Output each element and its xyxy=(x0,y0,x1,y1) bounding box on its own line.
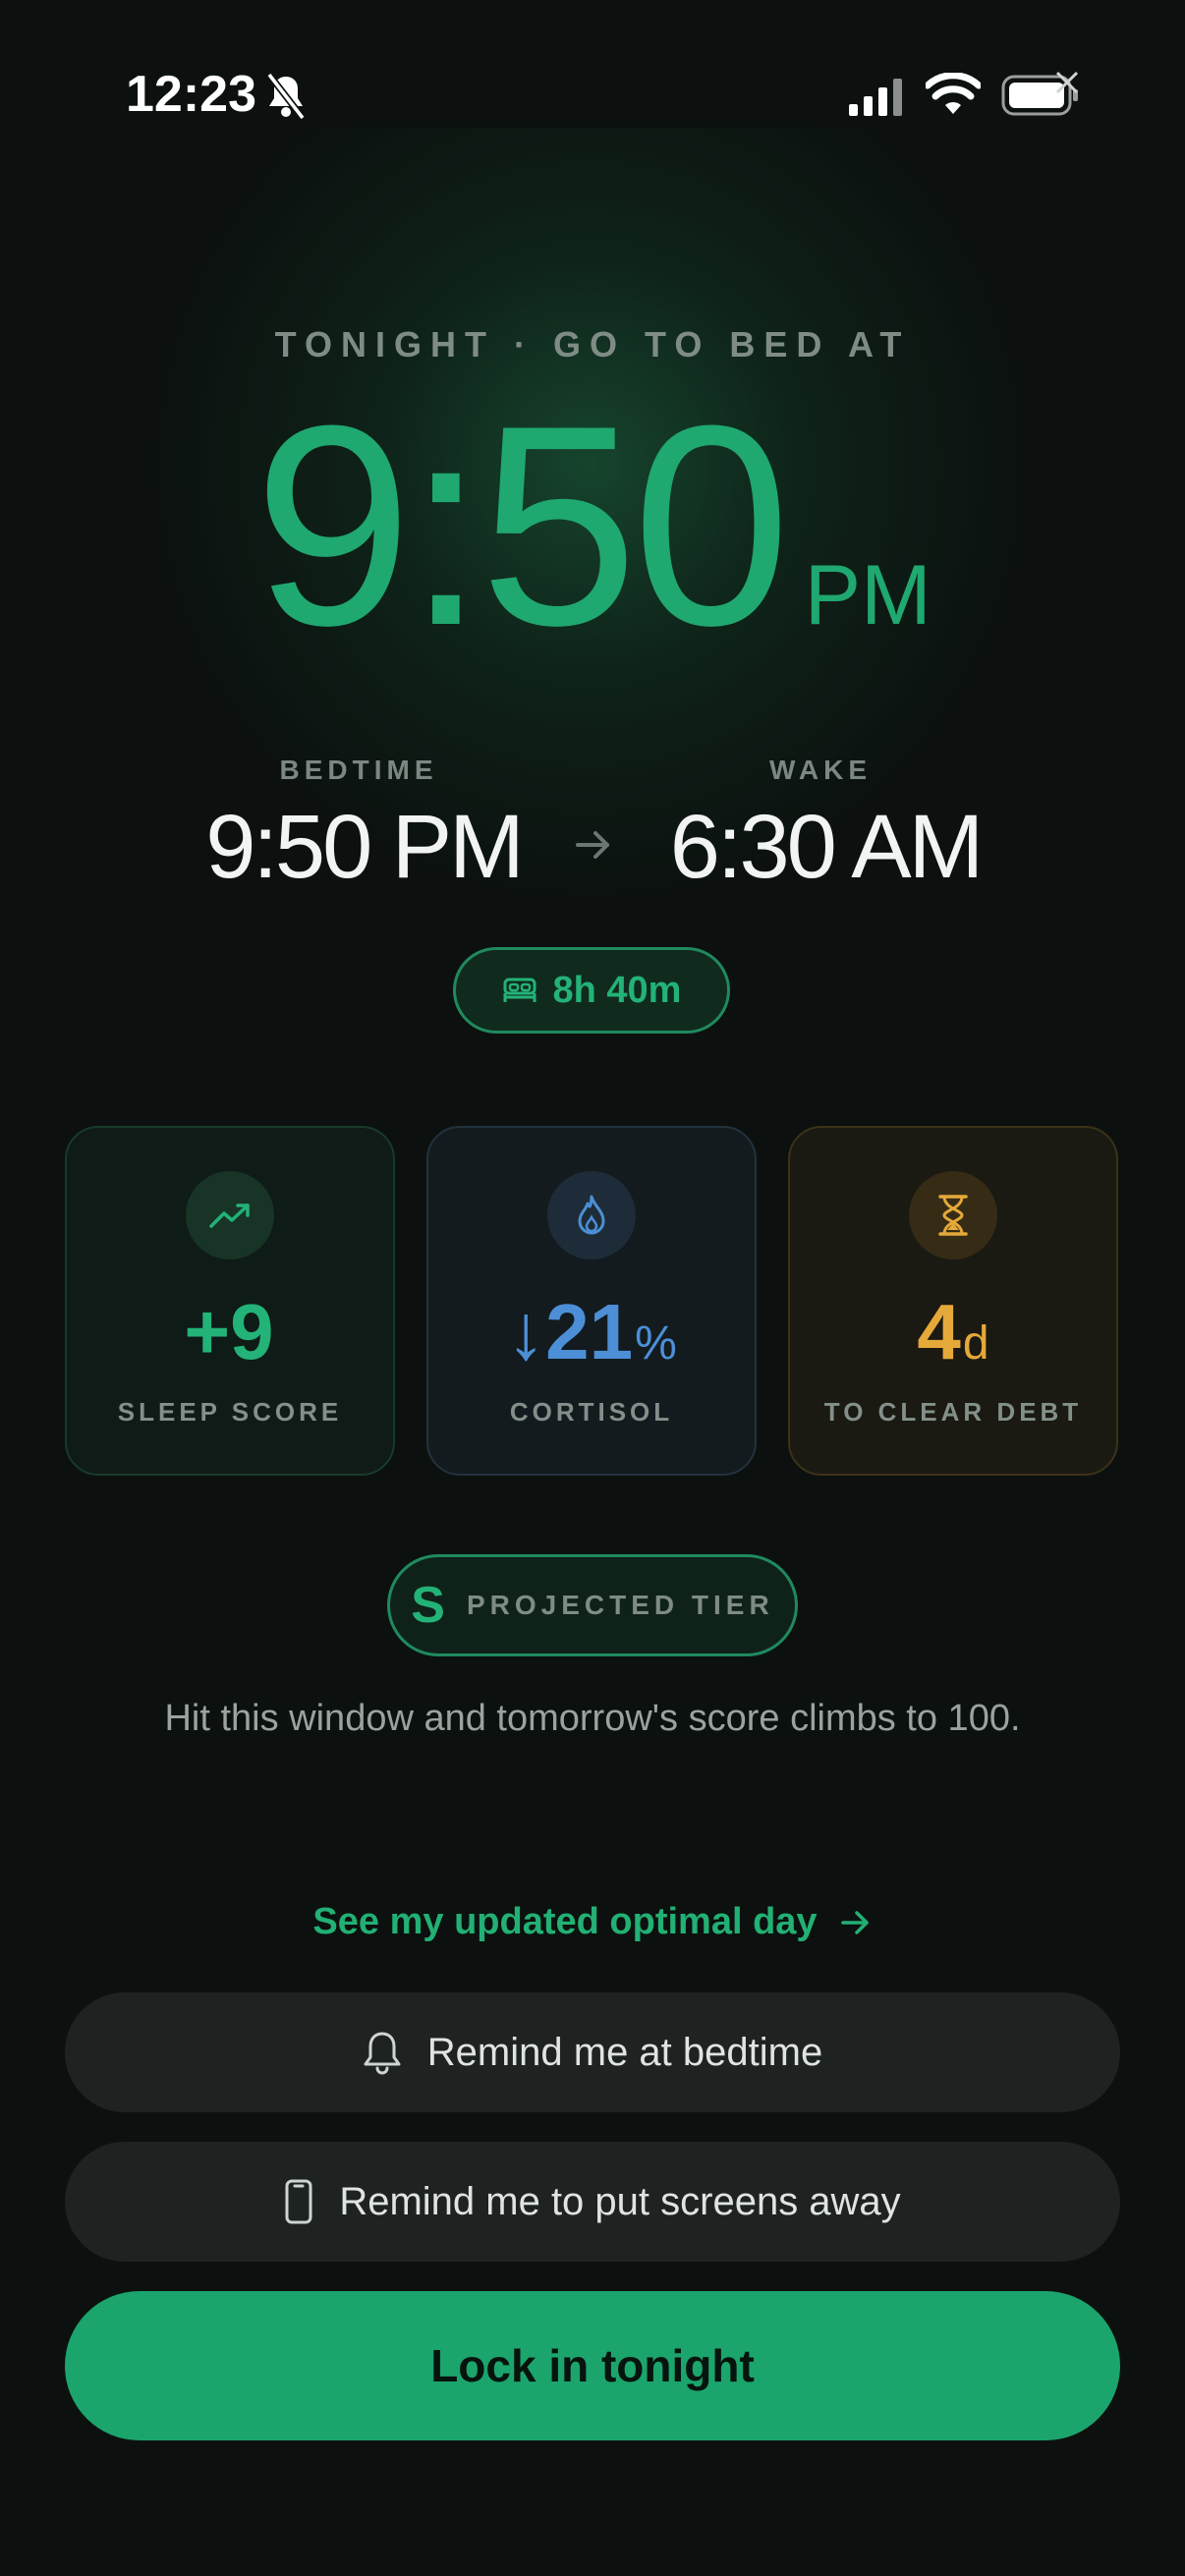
debt-days-unit: d xyxy=(962,1317,989,1370)
hourglass-icon xyxy=(909,1171,997,1260)
bell-muted-icon xyxy=(266,72,306,121)
arrow-right-icon xyxy=(840,1910,869,1934)
remind-screens-label: Remind me to put screens away xyxy=(339,2179,901,2223)
bedtime-value: 9:50 PM xyxy=(205,797,525,897)
wake-value: 6:30 AM xyxy=(669,797,985,897)
sleep-score-caption: SLEEP SCORE xyxy=(117,1397,343,1427)
remind-bedtime-button[interactable]: Remind me at bedtime xyxy=(65,1992,1120,2112)
stat-card-sleep-debt: 4d TO CLEAR DEBT xyxy=(788,1126,1118,1476)
bedtime-label: BEDTIME xyxy=(279,755,438,785)
cortisol-caption: CORTISOL xyxy=(509,1397,674,1427)
remind-bedtime-label: Remind me at bedtime xyxy=(426,2030,823,2074)
phone-icon xyxy=(285,2179,312,2224)
tier-label: PROJECTED TIER xyxy=(466,1590,774,1620)
sleep-score-value: +9 xyxy=(184,1288,274,1375)
stat-card-sleep-score: +9 SLEEP SCORE xyxy=(65,1126,395,1476)
remind-screens-button[interactable]: Remind me to put screens away xyxy=(65,2142,1120,2262)
cortisol-value: ↓21 xyxy=(506,1288,634,1375)
wake-label: WAKE xyxy=(769,755,872,785)
status-time: 12:23 xyxy=(126,66,256,123)
battery-icon xyxy=(1001,71,1079,116)
see-optimal-day-label: See my updated optimal day xyxy=(312,1901,818,1942)
trending-up-icon xyxy=(186,1171,274,1260)
debt-days-caption: TO CLEAR DEBT xyxy=(823,1397,1083,1427)
stat-card-cortisol: ↓21% CORTISOL xyxy=(426,1126,757,1476)
sleep-duration-badge: 8h 40m xyxy=(453,947,730,1034)
lock-in-tonight-button[interactable]: Lock in tonight xyxy=(65,2291,1120,2440)
arrow-right-icon xyxy=(576,831,609,859)
cortisol-unit: % xyxy=(635,1317,677,1370)
see-optimal-day-link[interactable]: See my updated optimal day xyxy=(0,1901,1185,1943)
flame-icon xyxy=(547,1171,636,1260)
lock-in-tonight-label: Lock in tonight xyxy=(430,2340,755,2391)
target-bedtime: 9:50 PM xyxy=(0,383,1185,668)
sleep-duration-value: 8h 40m xyxy=(552,969,682,1011)
debt-days-value: 4 xyxy=(917,1288,961,1375)
target-bedtime-value: 9:50 xyxy=(254,366,790,685)
tier-letter: S xyxy=(411,1577,445,1634)
bedtime-kicker: TONIGHT · GO TO BED AT xyxy=(274,324,911,364)
cellular-signal-icon xyxy=(849,79,902,116)
bell-icon xyxy=(364,2032,401,2075)
projected-tier-badge: S PROJECTED TIER xyxy=(387,1554,798,1656)
score-hint: Hit this window and tomorrow's score cli… xyxy=(164,1698,1021,1739)
wifi-icon xyxy=(926,73,981,114)
bed-icon xyxy=(503,978,536,1002)
target-bedtime-ampm: PM xyxy=(804,548,931,643)
